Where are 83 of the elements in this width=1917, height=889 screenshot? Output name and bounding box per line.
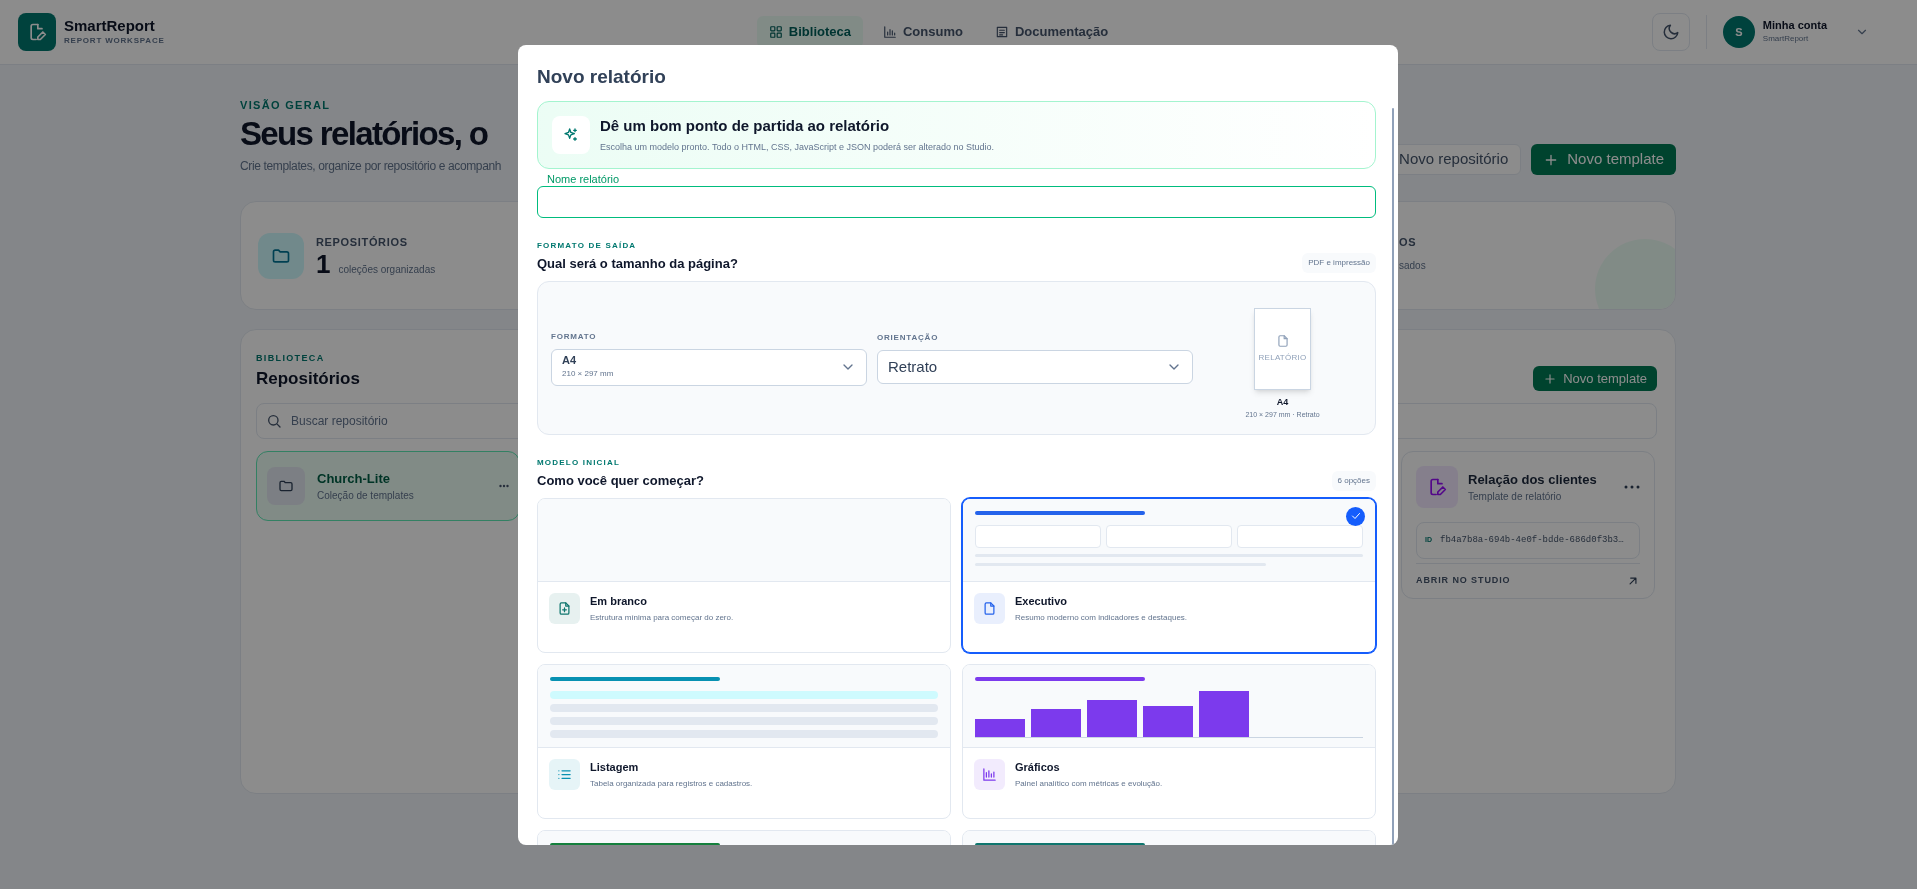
chart-bar [1199,690,1249,737]
panel-title: Repositórios [256,367,360,390]
template-option-card[interactable]: Executivo Resumo moderno com indicadores e destaques. [962,497,1376,653]
chart-bar [1087,699,1137,737]
select-value: A4 [562,354,578,368]
stat-label: OS [1399,234,1418,250]
file-plus-icon [557,600,572,616]
field-label: FORMATO [551,330,598,343]
template-option-description: Painel analítico com métricas e evolução. [1015,778,1163,790]
info-pill: 6 opções [1331,470,1376,491]
sparkle-icon [563,126,579,143]
page-title: Seus relatórios, o [240,113,489,154]
field-label: ORIENTAÇÃO [877,332,940,344]
select-detail: 210 × 297 mm [562,367,614,380]
template-option-name: Executivo [1015,593,1068,609]
checkmark-icon [1349,510,1362,522]
repository-card[interactable]: Church-Lite Coleção de templates [256,451,520,522]
section-eyebrow: VISÃO GERAL [240,98,332,113]
document-edit-icon [1427,477,1447,498]
file-icon [1275,334,1290,348]
repository-name: Church-Lite [317,469,391,488]
dialog-title: Novo relatório [536,65,667,89]
template-option-name: Listagem [590,759,640,775]
grid-icon [768,25,783,39]
account-menu[interactable]: S Minha conta SmartReport [1722,16,1869,48]
more-icon[interactable] [1624,485,1640,490]
field-label: Nome relatório [547,172,620,185]
hint-title: Dê um bom ponto de partida ao relatório [600,116,891,136]
account-org: SmartReport [1762,32,1810,45]
section-title: Como você quer começar? [537,472,704,490]
stat-label: REPOSITÓRIOS [316,235,409,251]
section-eyebrow: MODELO INICIAL [537,457,622,469]
plus-icon [1543,371,1558,386]
chart-bar [1031,708,1081,737]
template-option-name: Em branco [590,593,648,609]
section-eyebrow: BIBLIOTECA [256,352,326,366]
template-option-card[interactable]: Listagem Tabela organizada para registros e cadastros. [537,663,951,819]
nav-tab[interactable]: Consumo [871,16,975,48]
document-icon [994,25,1009,39]
nav-tab[interactable]: Biblioteca [756,16,863,48]
stat-caption: coleções organizadas [338,262,436,277]
template-option-description: Tabela organizada para registros e cadastros. [590,778,753,790]
chart-bar [1143,705,1193,737]
brand-tagline: REPORT WORKSPACE [64,35,165,48]
template-option-description: Estrutura mínima para começar do zero. [590,612,734,624]
bar-chart-icon [982,766,997,782]
nav-tab[interactable]: Documentação [982,16,1121,48]
repository-description: Coleção de templates [317,489,415,504]
app-logo[interactable] [18,13,56,51]
theme-toggle-button[interactable] [1651,13,1690,51]
stat-value: 1 [316,250,331,277]
brand-name: SmartReport [64,16,156,36]
more-icon[interactable] [499,484,509,489]
bar-chart-icon [883,25,897,39]
new-template-button[interactable]: Novo template [1531,144,1676,176]
template-id: fb4a7b8a-694b-4e0f-bdde-686d0f3b3… [1440,533,1624,547]
search-icon [266,413,282,430]
hint-text: Escolha um modelo pronto. Todo o HTML, CSS, JavaScript e JSON poderá ser alterado no Studio. [600,140,995,154]
chart-bar [975,718,1025,737]
template-option-description: Resumo moderno com indicadores e destaques. [1015,612,1188,624]
preview-size: A4 [1276,396,1289,409]
template-subtitle: Template de relatório [1468,490,1563,505]
section-title: Qual será o tamanho da página? [537,254,738,273]
page-subtitle: Crie templates, organize por repositório e acompanh [240,158,502,176]
document-edit-icon [27,22,47,42]
account-name: Minha conta [1762,19,1827,33]
preview-label: RELATÓRIO [1258,352,1307,364]
template-option-card[interactable]: Gráficos Painel analítico com métricas e evolução. [962,663,1376,819]
template-option-card[interactable]: Em branco Estrutura mínima para começar do zero. [537,497,951,653]
file-icon [982,600,997,616]
orientation-select[interactable]: Retrato [877,350,1193,384]
template-name: Relação dos clientes [1468,470,1598,489]
stat-caption: sados [1399,259,1427,274]
report-name-field[interactable] [537,185,1376,218]
open-in-studio-link[interactable]: ABRIR NO STUDIO [1416,574,1511,588]
format-select[interactable]: A4 210 × 297 mm [551,348,867,386]
section-eyebrow: FORMATO DE SAÍDA [537,239,638,252]
new-template-button[interactable]: Novo template [1533,366,1657,392]
info-pill: PDF e impressão [1302,253,1376,273]
template-option-name: Gráficos [1015,759,1061,775]
avatar: S [1722,16,1755,48]
scrollbar-thumb[interactable] [1392,107,1394,845]
moon-icon [1661,23,1680,41]
